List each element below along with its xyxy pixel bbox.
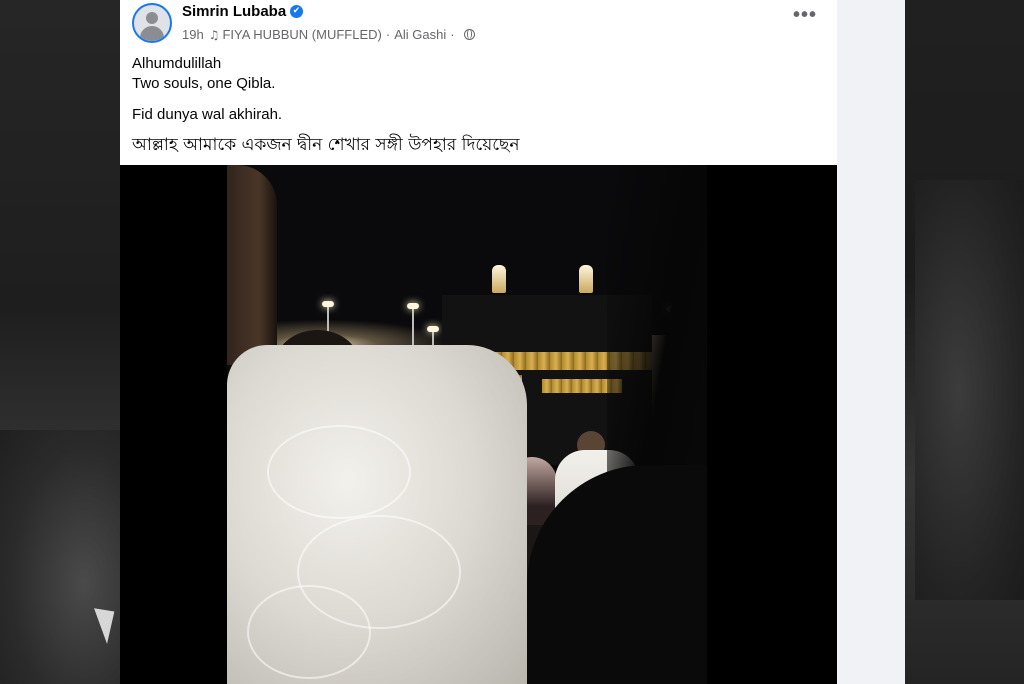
post-header: Simrin Lubaba ✔ 19h ♫ FIYA HUBBUN (MUFFLED… — [120, 0, 837, 50]
post-card: Simrin Lubaba ✔ 19h ♫ FIYA HUBBUN (MUFFLED… — [120, 0, 837, 684]
blurred-background-left — [0, 0, 124, 684]
photo-scene — [227, 165, 707, 684]
minaret — [492, 265, 506, 293]
blurred-background-right — [905, 0, 1024, 684]
globe-icon[interactable] — [463, 29, 475, 41]
post-text: Alhumdulillah Two souls, one Qibla. Fid … — [132, 54, 822, 156]
author-name[interactable]: Simrin Lubaba — [182, 3, 286, 20]
more-options-button[interactable]: ••• — [790, 5, 820, 34]
avatar[interactable] — [132, 3, 172, 43]
music-note-icon: ♫ — [208, 27, 220, 42]
minaret — [579, 265, 593, 293]
post-meta: 19h ♫ FIYA HUBBUN (MUFFLED) · Ali Gashi · — [182, 26, 475, 42]
feed-gutter — [837, 0, 905, 684]
separator-dot: · — [450, 27, 455, 43]
verified-badge-icon: ✔ — [290, 5, 303, 18]
post-text-line: Two souls, one Qibla. — [132, 75, 276, 92]
ihram-cloth — [227, 345, 527, 684]
music-title[interactable]: FIYA HUBBUN (MUFFLED) — [222, 27, 381, 42]
post-text-line-bengali: আল্লাহ আমাকে একজন দ্বীন শেখার সঙ্গী উপহা… — [132, 135, 520, 155]
separator-dot: · — [385, 27, 391, 43]
post-text-line: Alhumdulillah — [132, 55, 222, 72]
post-photo[interactable] — [120, 165, 837, 684]
post-time[interactable]: 19h — [182, 27, 204, 42]
post-text-line: Fid dunya wal akhirah. — [132, 106, 283, 123]
music-artist[interactable]: Ali Gashi — [394, 27, 446, 42]
lamp — [407, 303, 419, 345]
